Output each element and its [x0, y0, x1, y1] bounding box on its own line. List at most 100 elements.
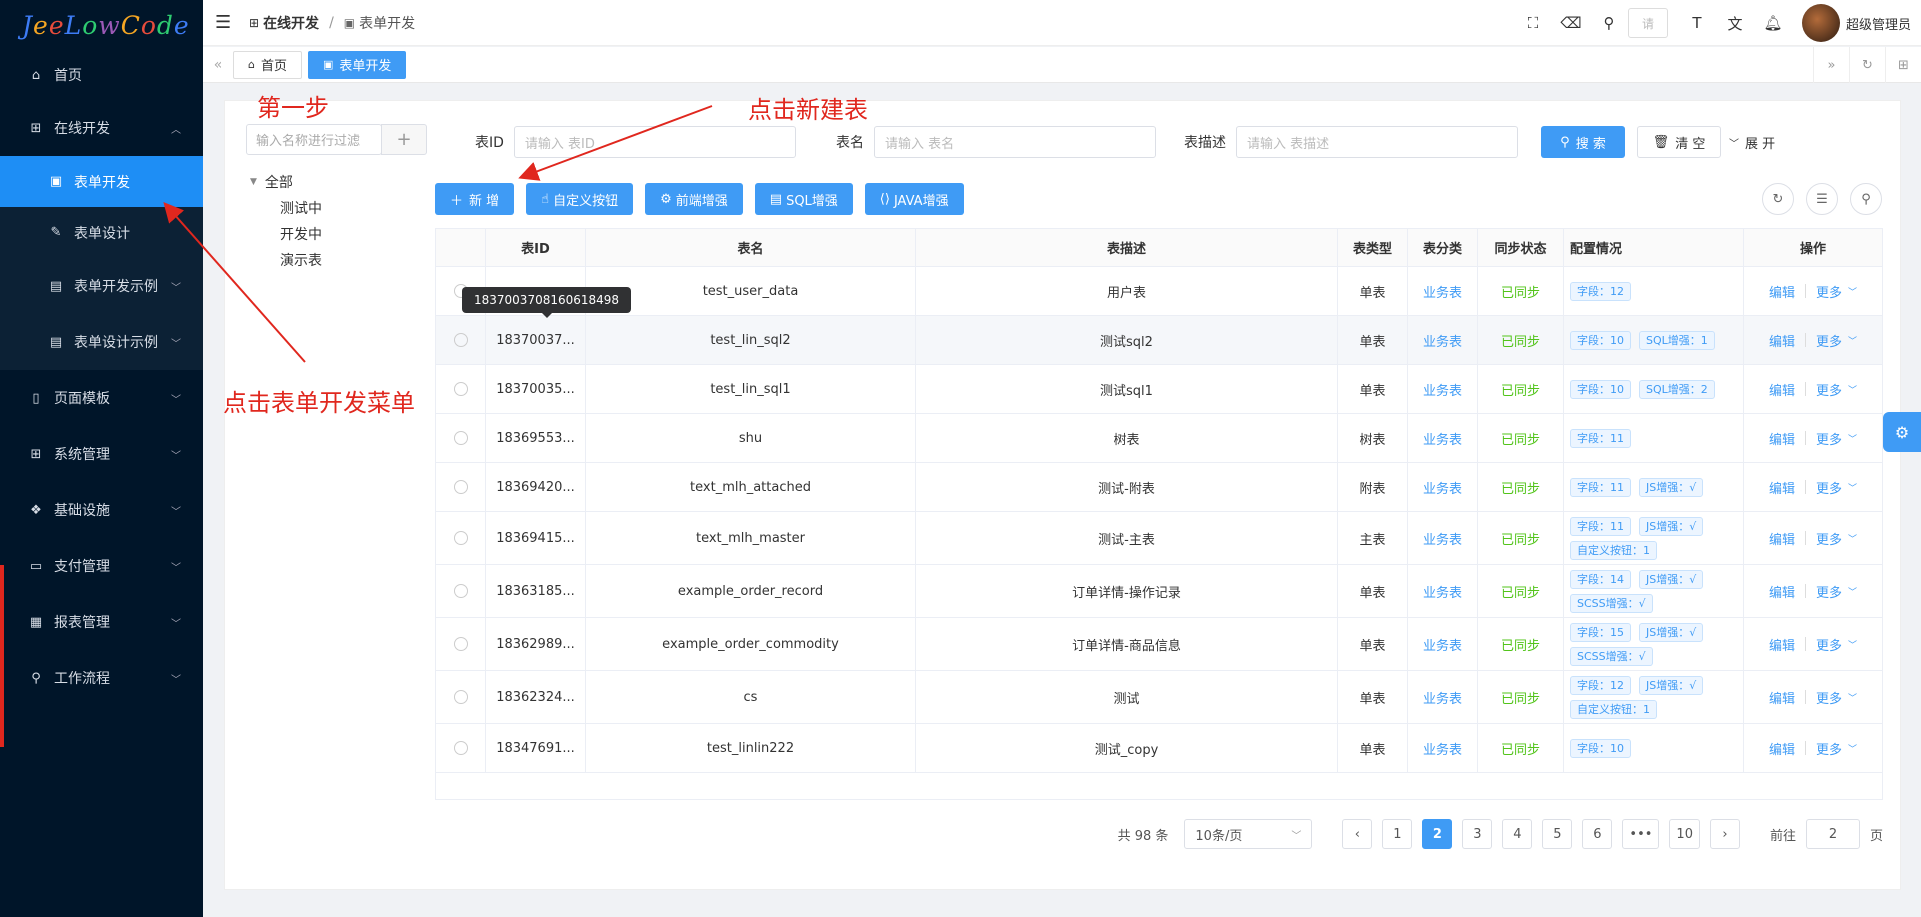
sidebar-item-system[interactable]: ⊞ 系统管理 ﹀ [0, 426, 203, 482]
sidebar-item-form-dev-example[interactable]: ▤ 表单开发示例 ﹀ [0, 258, 203, 314]
app-logo[interactable]: JeeLowCode [0, 0, 203, 50]
tab-form-dev[interactable]: ▣ 表单开发 [308, 50, 407, 79]
page-button[interactable]: 3 [1462, 819, 1493, 849]
table-row[interactable]: 18370035... test_lin_sql1 测试sql1 单表 业务表 已同步 字段… [436, 365, 1882, 414]
translate-icon[interactable]: 文 [1716, 13, 1754, 34]
grid-icon[interactable]: ⊞ [1885, 47, 1921, 83]
sidebar-item-form-design-example[interactable]: ▤ 表单设计示例 ﹀ [0, 314, 203, 370]
table-desc-input[interactable]: 请输入 表描述 [1236, 126, 1518, 158]
more-link[interactable]: 更多 [1816, 739, 1842, 758]
bell-icon[interactable]: 🔔︎ [1754, 14, 1792, 32]
sidebar-item-payment[interactable]: ▭ 支付管理 ﹀ [0, 538, 203, 594]
page-button[interactable]: 5 [1542, 819, 1573, 849]
chevrons-right-icon[interactable]: » [1813, 47, 1849, 83]
chevron-down-icon[interactable]: ﹀ [1848, 532, 1857, 545]
more-link[interactable]: 更多 [1816, 282, 1842, 301]
table-row[interactable]: 18369420... text_mlh_attached 测试-附表 附表 业务表 已同… [436, 463, 1882, 512]
header-search-input[interactable]: 请 [1627, 8, 1668, 38]
edit-link[interactable]: 编辑 [1769, 282, 1795, 301]
edit-link[interactable]: 编辑 [1769, 331, 1795, 350]
edit-link[interactable]: 编辑 [1769, 529, 1795, 548]
table-row[interactable]: 18362324... cs 测试 单表 业务表 已同步 字段：12 JS增强：√ 自定义按钮：… [436, 671, 1882, 724]
cell-category[interactable]: 业务表 [1408, 671, 1478, 723]
row-radio[interactable] [453, 690, 468, 704]
cell-category[interactable]: 业务表 [1408, 316, 1478, 364]
chevron-down-icon[interactable]: ﹀ [1848, 691, 1857, 704]
sidebar-item-workflow[interactable]: ⚲ 工作流程 ﹀ [0, 650, 203, 706]
page-size-select[interactable]: 10条/页 ﹀ [1184, 819, 1313, 849]
java-enhance-button[interactable]: ⟨⟩ JAVA增强 [864, 183, 964, 215]
sidebar-item-online-dev[interactable]: ⊞ 在线开发 ︿ [0, 100, 203, 156]
tree-filter-input[interactable]: 输入名称进行过滤 [246, 124, 382, 155]
table-row[interactable]: 18347691... test_linlin222 测试_copy 单表 业务表 已同步… [436, 724, 1882, 773]
tree-node-root[interactable]: ▼ 全部 [250, 169, 322, 195]
table-row[interactable]: test_user_data 用户表 单表 业务表 已同步 字段：12 编辑 更多 ﹀ [436, 267, 1882, 316]
add-button[interactable]: ＋ 新 增 [435, 183, 515, 215]
table-id-input[interactable]: 请输入 表ID [513, 126, 796, 158]
sidebar-item-form-design[interactable]: ✎ 表单设计 [0, 207, 203, 258]
page-button[interactable]: 2 [1422, 819, 1453, 849]
cell-category[interactable]: 业务表 [1408, 365, 1478, 413]
cell-category[interactable]: 业务表 [1408, 267, 1478, 315]
refresh-icon[interactable]: ↻ [1849, 47, 1885, 83]
chevrons-left-icon[interactable]: « [203, 57, 233, 73]
edit-link[interactable]: 编辑 [1769, 582, 1795, 601]
row-radio[interactable] [453, 431, 468, 445]
chevron-down-icon[interactable]: ﹀ [1848, 285, 1857, 298]
more-link[interactable]: 更多 [1816, 380, 1842, 399]
row-radio[interactable] [453, 531, 468, 545]
more-link[interactable]: 更多 [1816, 688, 1842, 707]
caret-down-icon[interactable]: ▼ [250, 177, 257, 187]
goto-page-input[interactable]: 2 [1805, 819, 1860, 849]
row-radio[interactable] [453, 382, 468, 396]
edit-link[interactable]: 编辑 [1769, 429, 1795, 448]
page-button[interactable]: 4 [1502, 819, 1533, 849]
tree-add-button[interactable]: + [381, 124, 427, 155]
more-link[interactable]: 更多 [1816, 429, 1842, 448]
chevron-down-icon[interactable]: ﹀ [1848, 334, 1857, 347]
page-button[interactable]: 10 [1669, 819, 1700, 849]
table-row[interactable]: 18369553... shu 树表 树表 业务表 已同步 字段：11 编辑 更多 ﹀ [436, 414, 1882, 463]
sidebar-item-home[interactable]: ⌂ 首页 [0, 50, 203, 100]
sidebar-item-form-dev[interactable]: ▣ 表单开发 [0, 156, 203, 207]
page-button[interactable]: ••• [1622, 819, 1660, 849]
edit-link[interactable]: 编辑 [1769, 739, 1795, 758]
frontend-enhance-button[interactable]: ⚙ 前端增强 [645, 183, 743, 215]
tree-node[interactable]: 演示表 [250, 247, 322, 273]
cell-category[interactable]: 业务表 [1408, 618, 1478, 670]
row-radio[interactable] [453, 333, 468, 347]
edit-link[interactable]: 编辑 [1769, 635, 1795, 654]
chevron-down-icon[interactable]: ﹀ [1848, 383, 1857, 396]
cell-category[interactable]: 业务表 [1408, 565, 1478, 617]
next-page-button[interactable]: › [1709, 819, 1740, 849]
breadcrumb-item[interactable]: 在线开发 [263, 13, 319, 33]
table-row[interactable]: 18363185... example_order_record 订单详情-操作记录… [436, 565, 1882, 618]
table-name-input[interactable]: 请输入 表名 [874, 126, 1156, 158]
more-link[interactable]: 更多 [1816, 478, 1842, 497]
chevron-down-icon[interactable]: ﹀ [1848, 742, 1857, 755]
clear-button[interactable]: 🗑︎ 清 空 [1637, 126, 1721, 158]
cell-category[interactable]: 业务表 [1408, 724, 1478, 772]
search-icon[interactable]: ⚲ [1590, 14, 1628, 32]
sidebar-item-report[interactable]: ▦ 报表管理 ﹀ [0, 594, 203, 650]
row-radio[interactable] [453, 637, 468, 651]
clear-cache-icon[interactable]: ⌫ [1552, 14, 1590, 32]
table-row[interactable]: 18370037... test_lin_sql2 测试sql2 单表 业务表 已同步 字段… [436, 316, 1882, 365]
chevron-down-icon[interactable]: ﹀ [1848, 585, 1857, 598]
menu-toggle-icon[interactable]: ☰ [215, 12, 239, 33]
sidebar-item-page-template[interactable]: ▯ 页面模板 ﹀ [0, 370, 203, 426]
row-radio[interactable] [453, 741, 468, 755]
edit-link[interactable]: 编辑 [1769, 688, 1795, 707]
tab-home[interactable]: ⌂ 首页 [233, 50, 302, 79]
column-settings-icon[interactable]: ☰ [1806, 183, 1838, 215]
fullscreen-icon[interactable]: ⛶ [1514, 14, 1552, 32]
cell-category[interactable]: 业务表 [1408, 463, 1478, 511]
row-radio[interactable] [453, 584, 468, 598]
cell-category[interactable]: 业务表 [1408, 414, 1478, 462]
more-link[interactable]: 更多 [1816, 635, 1842, 654]
page-button[interactable]: 1 [1382, 819, 1413, 849]
row-radio[interactable] [453, 480, 468, 494]
more-link[interactable]: 更多 [1816, 331, 1842, 350]
font-size-icon[interactable]: T [1678, 14, 1716, 32]
username[interactable]: 超级管理员 [1846, 14, 1911, 33]
